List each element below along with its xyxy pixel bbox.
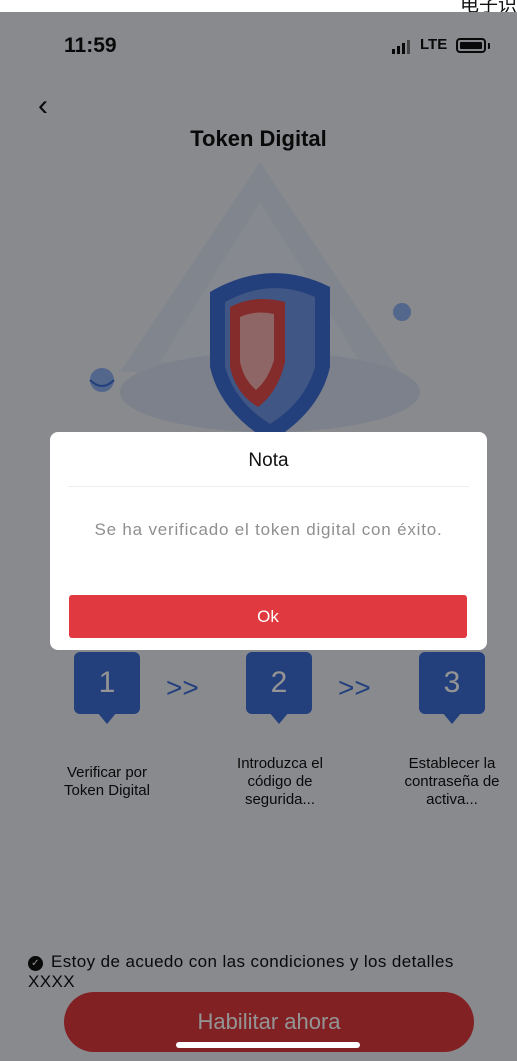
- ok-button[interactable]: Ok: [69, 595, 467, 638]
- note-dialog: Nota Se ha verificado el token digital c…: [50, 432, 487, 650]
- home-indicator: [176, 1042, 360, 1048]
- dialog-message: Se ha verificado el token digital con éx…: [94, 520, 443, 539]
- app-screen: 11:59 LTE ‹ Token Digital 1 >> 2 >> 3 Ve…: [0, 12, 517, 1061]
- dialog-divider: [68, 486, 469, 487]
- dialog-title: Nota: [248, 450, 289, 471]
